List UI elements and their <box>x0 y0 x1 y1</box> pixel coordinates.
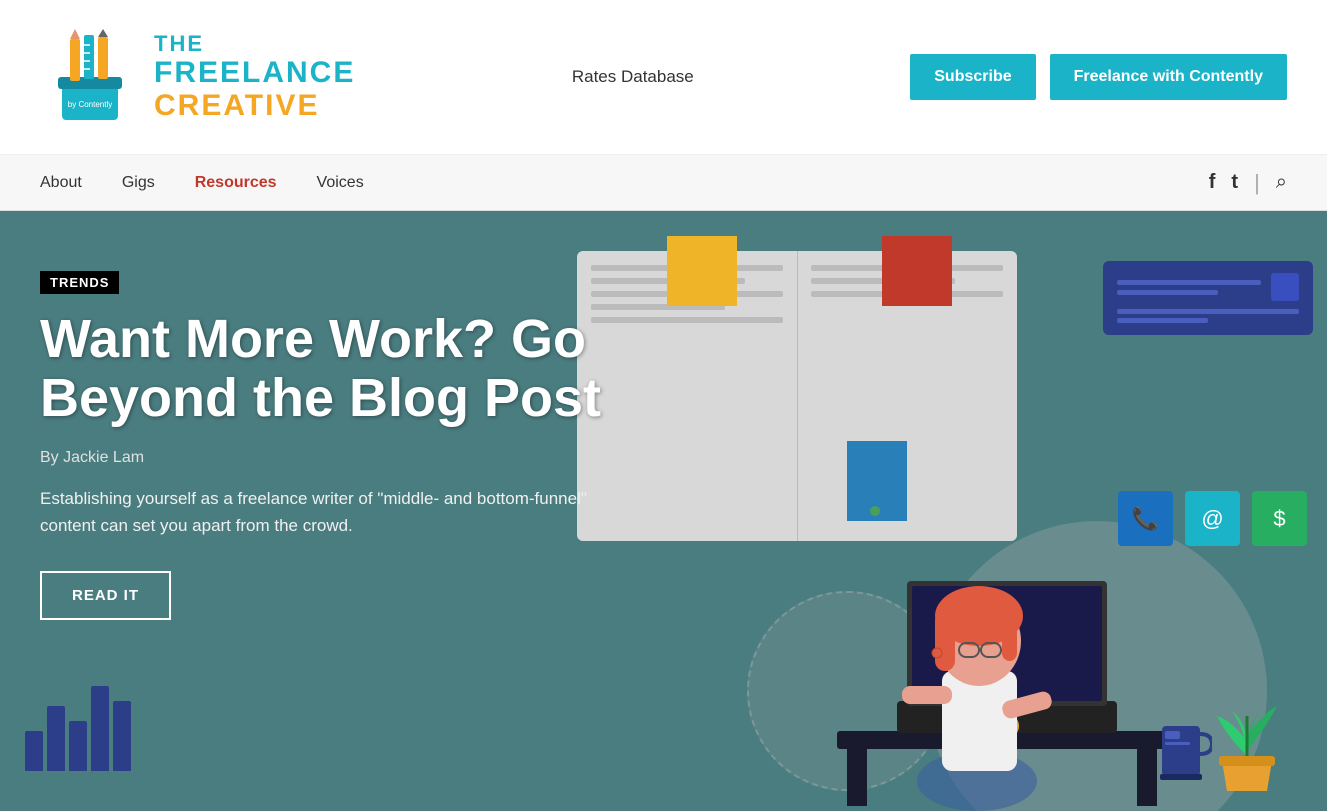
subscribe-button[interactable]: Subscribe <box>910 54 1035 100</box>
person-illustration <box>817 391 1197 811</box>
hero-excerpt: Establishing yourself as a freelance wri… <box>40 485 624 539</box>
logo-the: THE <box>154 32 355 56</box>
logo[interactable]: by Contently THE FREELANCE CREATIVE <box>40 27 355 127</box>
chat-bubble <box>1103 261 1313 335</box>
logo-creative: CREATIVE <box>154 89 355 122</box>
hero-category: TRENDS <box>40 271 119 294</box>
logo-icon: by Contently <box>40 27 140 127</box>
nav-voices[interactable]: Voices <box>317 174 364 192</box>
header-buttons: Subscribe Freelance with Contently <box>910 54 1287 100</box>
search-icon[interactable]: ⌕ <box>1276 171 1287 194</box>
hero-section: 📞 @ $ <box>0 211 1327 811</box>
nav-about[interactable]: About <box>40 174 82 192</box>
money-icon-btn: $ <box>1252 491 1307 546</box>
logo-text: THE FREELANCE CREATIVE <box>154 32 355 122</box>
site-header: by Contently THE FREELANCE CREATIVE Rate… <box>0 0 1327 155</box>
navbar-links: About Gigs Resources Voices <box>40 174 364 192</box>
twitter-icon[interactable]: t <box>1231 171 1238 194</box>
nav-gigs[interactable]: Gigs <box>122 174 155 192</box>
nav-divider: | <box>1254 170 1260 196</box>
header-rates-link[interactable]: Rates Database <box>572 67 694 87</box>
hero-content: TRENDS Want More Work? Go Beyond the Blo… <box>0 211 664 811</box>
hero-author: By Jackie Lam <box>40 449 624 467</box>
main-navbar: About Gigs Resources Voices f t | ⌕ <box>0 155 1327 211</box>
navbar-social-icons: f t | ⌕ <box>1209 170 1287 196</box>
freelance-button[interactable]: Freelance with Contently <box>1050 54 1287 100</box>
logo-freelance: FREELANCE <box>154 56 355 89</box>
nav-resources[interactable]: Resources <box>195 174 277 192</box>
svg-text:by Contently: by Contently <box>68 100 112 109</box>
coffee-cup <box>1157 706 1212 786</box>
read-it-button[interactable]: READ IT <box>40 571 171 620</box>
hero-title: Want More Work? Go Beyond the Blog Post <box>40 310 624 429</box>
plant <box>1207 676 1287 796</box>
facebook-icon[interactable]: f <box>1209 171 1216 194</box>
